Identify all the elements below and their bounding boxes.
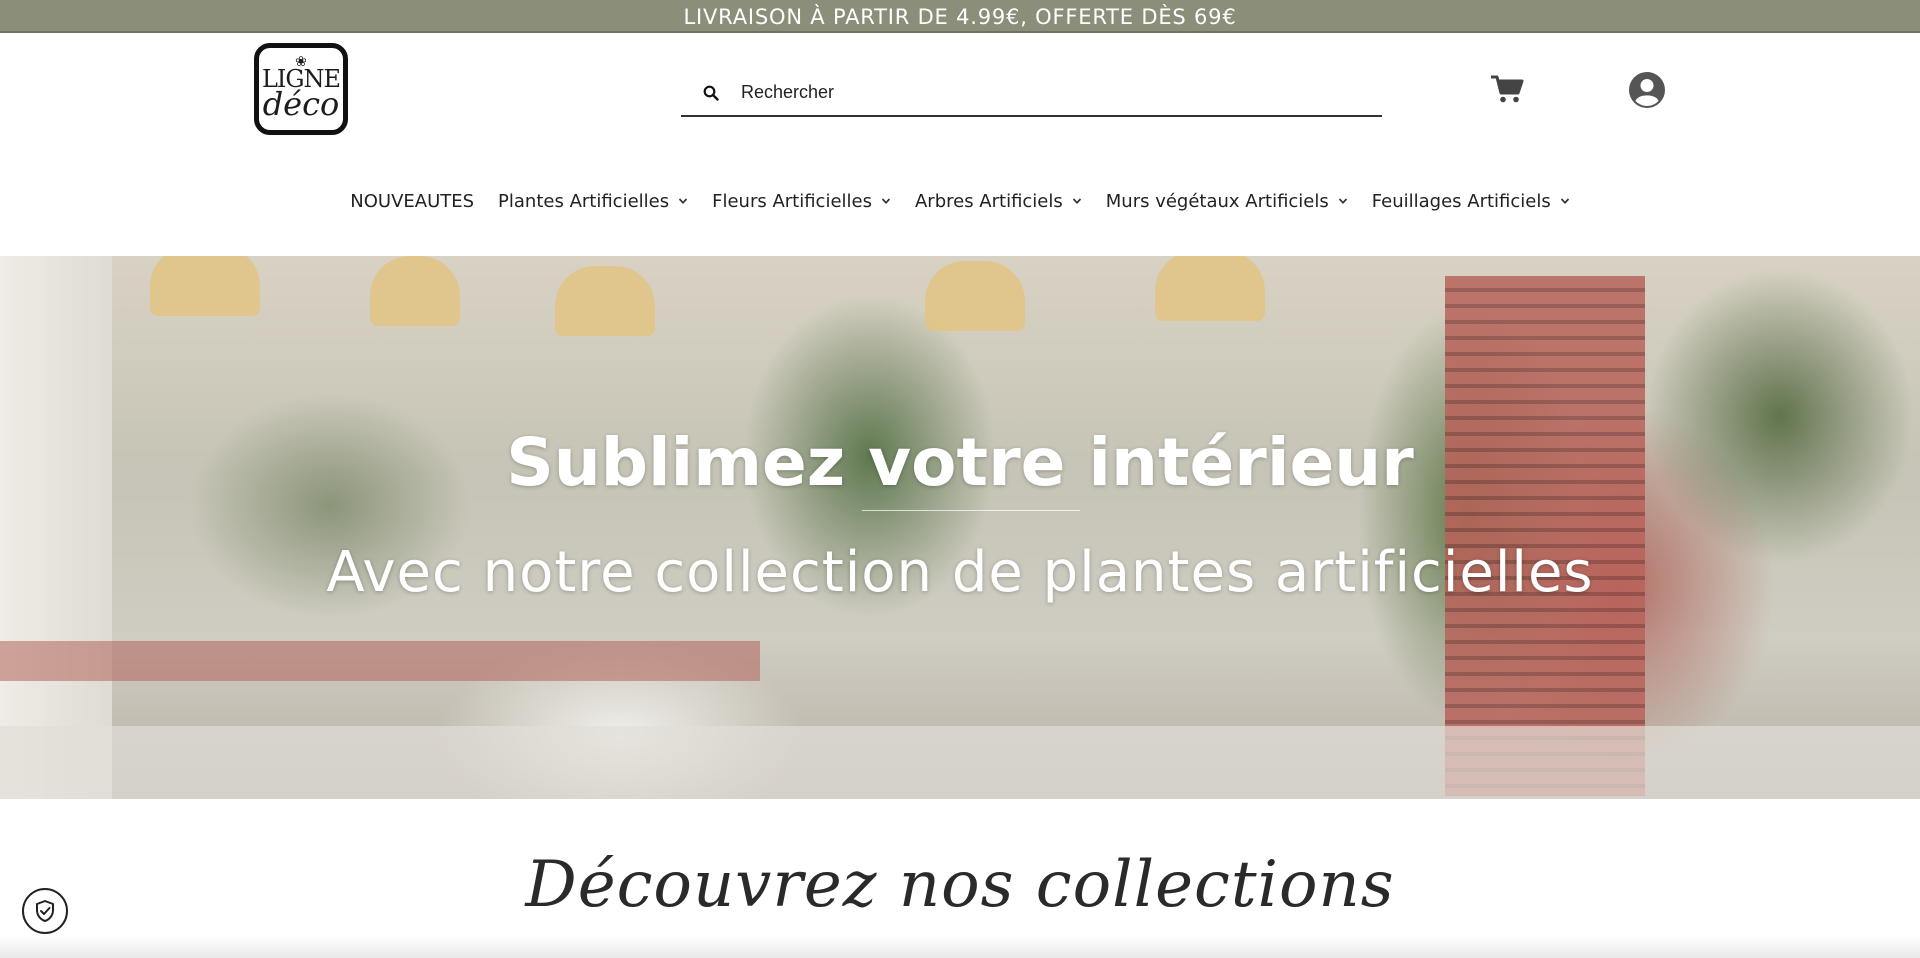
- nav-item-murs-vegetaux[interactable]: Murs végétaux Artificiels: [1106, 191, 1348, 212]
- nav-label: NOUVEAUTES: [350, 190, 475, 212]
- collections-heading: Découvrez nos collections: [525, 848, 1395, 922]
- pendant-lamp: [370, 256, 460, 326]
- logo-line2: déco: [262, 85, 340, 123]
- nav-item-nouveautes[interactable]: NOUVEAUTES: [350, 191, 474, 212]
- pendant-lamp: [555, 266, 655, 336]
- hero-subtitle: Avec notre collection de plantes artific…: [326, 540, 1594, 605]
- search-bar[interactable]: [681, 70, 1382, 117]
- hero-banner[interactable]: Sublimez votre intérieur Avec notre coll…: [0, 256, 1920, 799]
- scroll-fade: [0, 936, 1920, 958]
- chevron-down-icon: [881, 198, 891, 205]
- nav-item-feuillages-artificiels[interactable]: Feuillages Artificiels: [1372, 191, 1570, 212]
- chevron-down-icon: [1560, 198, 1569, 205]
- pendant-lamp: [150, 256, 260, 316]
- announcement-divider: [0, 31, 1920, 33]
- search-icon[interactable]: [703, 85, 719, 101]
- hero-divider: [862, 510, 1080, 511]
- nav-item-arbres-artificiels[interactable]: Arbres Artificiels: [915, 191, 1082, 212]
- nav-label: Murs végétaux Artificiels: [1105, 190, 1329, 212]
- cart-icon[interactable]: [1490, 74, 1524, 104]
- nav-label: Fleurs Artificielles: [712, 190, 872, 212]
- nav-label: Plantes Artificielles: [498, 190, 670, 212]
- hero-title: Sublimez votre intérieur: [506, 424, 1414, 501]
- nav-item-fleurs-artificielles[interactable]: Fleurs Artificielles: [712, 191, 891, 212]
- announcement-bar: LIVRAISON À PARTIR DE 4.99€, OFFERTE DÈS…: [0, 0, 1920, 33]
- pendant-lamp: [1155, 256, 1265, 321]
- shield-check-icon: [36, 900, 54, 922]
- main-navigation: NOUVEAUTES Plantes Artificielles Fleurs …: [0, 188, 1920, 214]
- search-input[interactable]: [739, 81, 1343, 104]
- user-circle-icon[interactable]: [1628, 71, 1666, 109]
- chevron-down-icon: [1072, 198, 1081, 205]
- nav-label: Arbres Artificiels: [914, 190, 1063, 212]
- hero-bench-decor: [0, 641, 760, 681]
- hero-wall-decor: [0, 256, 112, 799]
- privacy-settings-button[interactable]: [22, 888, 68, 934]
- chevron-down-icon: [678, 198, 688, 205]
- nav-item-plantes-artificielles[interactable]: Plantes Artificielles: [498, 191, 688, 212]
- announcement-text: LIVRAISON À PARTIR DE 4.99€, OFFERTE DÈS…: [683, 4, 1237, 29]
- hero-tables-decor: [0, 726, 1920, 799]
- chevron-down-icon: [1338, 198, 1347, 205]
- logo[interactable]: ❀ LIGNE déco: [254, 43, 348, 135]
- hero-shutter-decor: [1445, 276, 1645, 796]
- nav-label: Feuillages Artificiels: [1371, 190, 1551, 212]
- pendant-lamp: [925, 261, 1025, 331]
